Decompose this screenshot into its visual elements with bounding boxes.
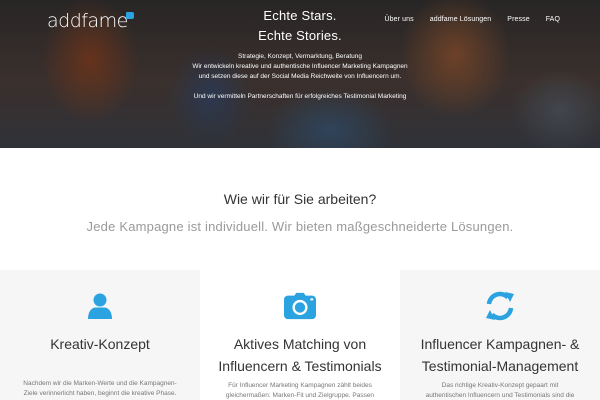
card-title-line1: Influencer Kampagnen- & [420, 336, 580, 352]
card-text-line2: Ziele verinnerlicht haben, beginnt die k… [23, 390, 177, 397]
card-text-line1: Nachdem wir die Marken-Werte und die Kam… [23, 380, 177, 387]
service-card-management: Influencer Kampagnen- & Testimonial-Mana… [400, 270, 600, 400]
section-subtitle: Jede Kampagne ist individuell. Wir biete… [86, 219, 514, 234]
hero-title-line2: Echte Stories. [258, 28, 342, 43]
card-text-line2: authentischen Influencern und Testimonia… [425, 392, 575, 399]
card-text-line1: Das richtige Kreativ-Konzept gepaart mit [441, 382, 559, 389]
service-cards: Kreativ-Konzept Nachdem wir die Marken-W… [0, 270, 600, 400]
user-icon [84, 290, 116, 322]
section-title: Wie wir für Sie arbeiten? [223, 191, 377, 207]
hero-text-line3: und setzen diese auf der Social Media Re… [198, 73, 402, 80]
hero-text-line1: Strategie, Konzept, Vermarktung, Beratun… [238, 53, 362, 60]
card-title-line2: Influencern & Testimonials [218, 358, 382, 374]
service-card-matching: Aktives Matching von Influencern & Testi… [200, 270, 400, 400]
service-card-creative: Kreativ-Konzept Nachdem wir die Marken-W… [0, 270, 200, 400]
hero-text-line2: Wir entwickeln kreative und authentische… [192, 63, 408, 70]
card-text-line1: Für Influencer Marketing Kampagnen zählt… [228, 382, 372, 389]
card-title-line2: Testimonial-Management [421, 358, 579, 374]
hero-text-line4: Und wir vermitteln Partnerschaften für e… [193, 93, 407, 100]
card-title-line1: Aktives Matching von [233, 336, 367, 352]
card-text-line2: gleichermaßen: Marken-Fit und Zielgruppe… [225, 392, 375, 399]
hero-banner: addfame Über uns addfame Lösungen Presse… [0, 0, 600, 148]
camera-icon [284, 290, 316, 322]
card-title: Kreativ-Konzept [50, 336, 150, 352]
hero-title-line1: Echte Stars. [263, 8, 337, 23]
refresh-icon [484, 290, 516, 322]
